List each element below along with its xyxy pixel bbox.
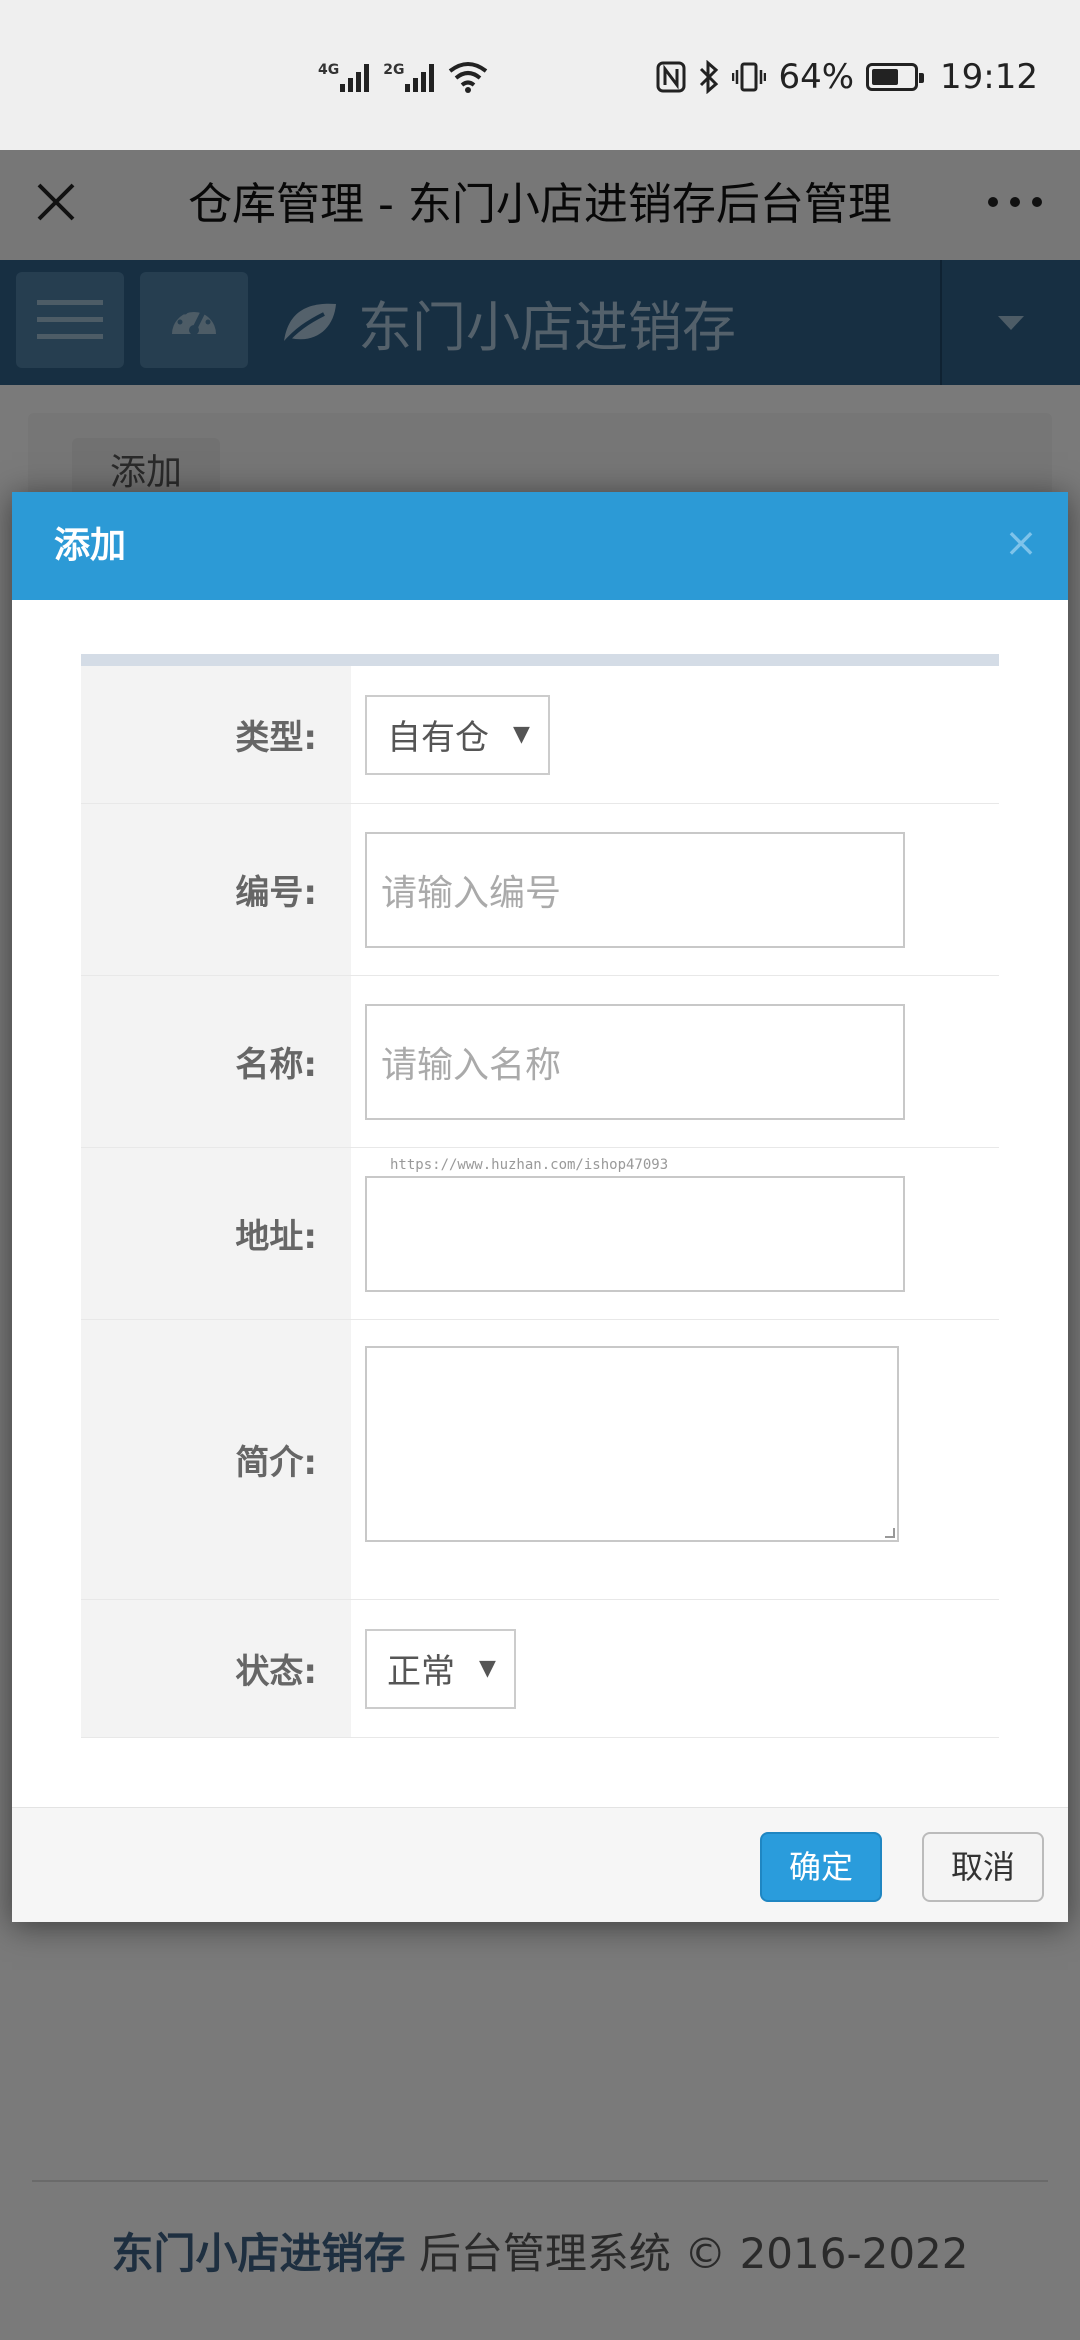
form-row-intro: 简介: — [81, 1320, 999, 1600]
dialog-footer: 确定 取消 — [12, 1807, 1068, 1922]
name-field-cell: 请输入名称 — [351, 976, 999, 1147]
address-input[interactable] — [365, 1175, 905, 1292]
intro-field-cell — [351, 1320, 999, 1599]
brand-name: 东门小店进销存 — [358, 296, 736, 359]
more-dot-icon — [988, 197, 998, 207]
battery-icon — [866, 63, 925, 91]
intro-textarea[interactable] — [365, 1346, 899, 1542]
bluetooth-icon — [700, 60, 719, 94]
hamburger-icon — [37, 300, 103, 339]
form-row-name: 名称: 请输入名称 — [81, 976, 999, 1148]
name-label: 名称: — [81, 976, 351, 1147]
page-title: 仓库管理 - 东门小店进销存后台管理 — [188, 179, 892, 230]
form-row-address: 地址: — [81, 1148, 999, 1320]
more-menu-button[interactable] — [980, 172, 1050, 232]
signal-2g-icon: 2G — [383, 62, 435, 92]
dialog-title: 添加 — [54, 525, 127, 566]
status-label: 状态: — [81, 1600, 351, 1737]
intro-label: 简介: — [81, 1320, 351, 1599]
vibrate-icon — [732, 62, 767, 92]
status-select-value: 正常 — [387, 1652, 455, 1692]
network-type-label: 2G — [383, 62, 405, 78]
signal-group: 4G 2G — [318, 52, 488, 102]
wifi-icon — [449, 62, 488, 93]
sidebar-toggle-button[interactable] — [16, 272, 124, 368]
cancel-button[interactable]: 取消 — [922, 1832, 1044, 1902]
type-select[interactable]: 自有仓 ▼ — [365, 694, 550, 775]
name-input[interactable]: 请输入名称 — [365, 1003, 905, 1120]
signal-4g-icon: 4G — [318, 62, 370, 92]
form-row-status: 状态: 正常 ▼ — [81, 1600, 999, 1738]
type-label: 类型: — [81, 666, 351, 803]
status-bar: 4G 2G 64% 19:12 — [0, 0, 1080, 150]
type-select-value: 自有仓 — [387, 718, 489, 758]
close-icon — [37, 183, 75, 221]
form-row-code: 编号: 请输入编号 — [81, 804, 999, 976]
browser-title-bar: 仓库管理 - 东门小店进销存后台管理 — [0, 150, 1080, 260]
app-navbar: 东门小店进销存 — [0, 260, 1080, 385]
select-arrow-icon: ▼ — [479, 1656, 496, 1681]
more-dot-icon — [1010, 197, 1020, 207]
status-field-cell: 正常 ▼ — [351, 1600, 999, 1737]
confirm-button[interactable]: 确定 — [760, 1832, 882, 1902]
type-field-cell: 自有仓 ▼ — [351, 666, 999, 803]
address-label: 地址: — [81, 1148, 351, 1319]
network-type-label: 4G — [318, 62, 340, 78]
add-warehouse-dialog: 添加 × 类型: 自有仓 ▼ 编号: 请输入编号 名称: 请输入名称 地址: 简… — [12, 492, 1068, 1922]
dialog-header: 添加 × — [12, 492, 1068, 600]
dashboard-gauge-icon — [172, 305, 216, 335]
caret-down-icon — [998, 315, 1024, 330]
address-field-cell — [351, 1148, 999, 1319]
form-row-type: 类型: 自有仓 ▼ — [81, 666, 999, 804]
select-arrow-icon: ▼ — [513, 722, 530, 747]
code-input[interactable]: 请输入编号 — [365, 831, 905, 948]
watermark: https://www.huzhan.com/ishop47093 — [390, 1157, 669, 1173]
status-select[interactable]: 正常 ▼ — [365, 1628, 516, 1709]
form-top-border — [81, 654, 999, 666]
close-page-button[interactable] — [26, 172, 86, 232]
dashboard-button[interactable] — [140, 272, 248, 368]
clock: 19:12 — [940, 57, 1038, 97]
brand[interactable]: 东门小店进销存 — [280, 260, 736, 385]
leaf-icon — [282, 303, 336, 345]
nfc-icon — [656, 61, 686, 93]
battery-percent: 64% — [778, 57, 855, 97]
more-dot-icon — [1032, 197, 1042, 207]
warehouse-form: 类型: 自有仓 ▼ 编号: 请输入编号 名称: 请输入名称 地址: 简介: 状态… — [81, 654, 999, 1738]
user-dropdown-button[interactable] — [940, 260, 1080, 385]
status-right: 64% 19:12 — [656, 52, 1038, 102]
code-field-cell: 请输入编号 — [351, 804, 999, 975]
battery-fill — [872, 69, 899, 85]
code-label: 编号: — [81, 804, 351, 975]
dialog-close-button[interactable]: × — [996, 518, 1046, 568]
resize-grip-icon[interactable] — [885, 1528, 895, 1538]
